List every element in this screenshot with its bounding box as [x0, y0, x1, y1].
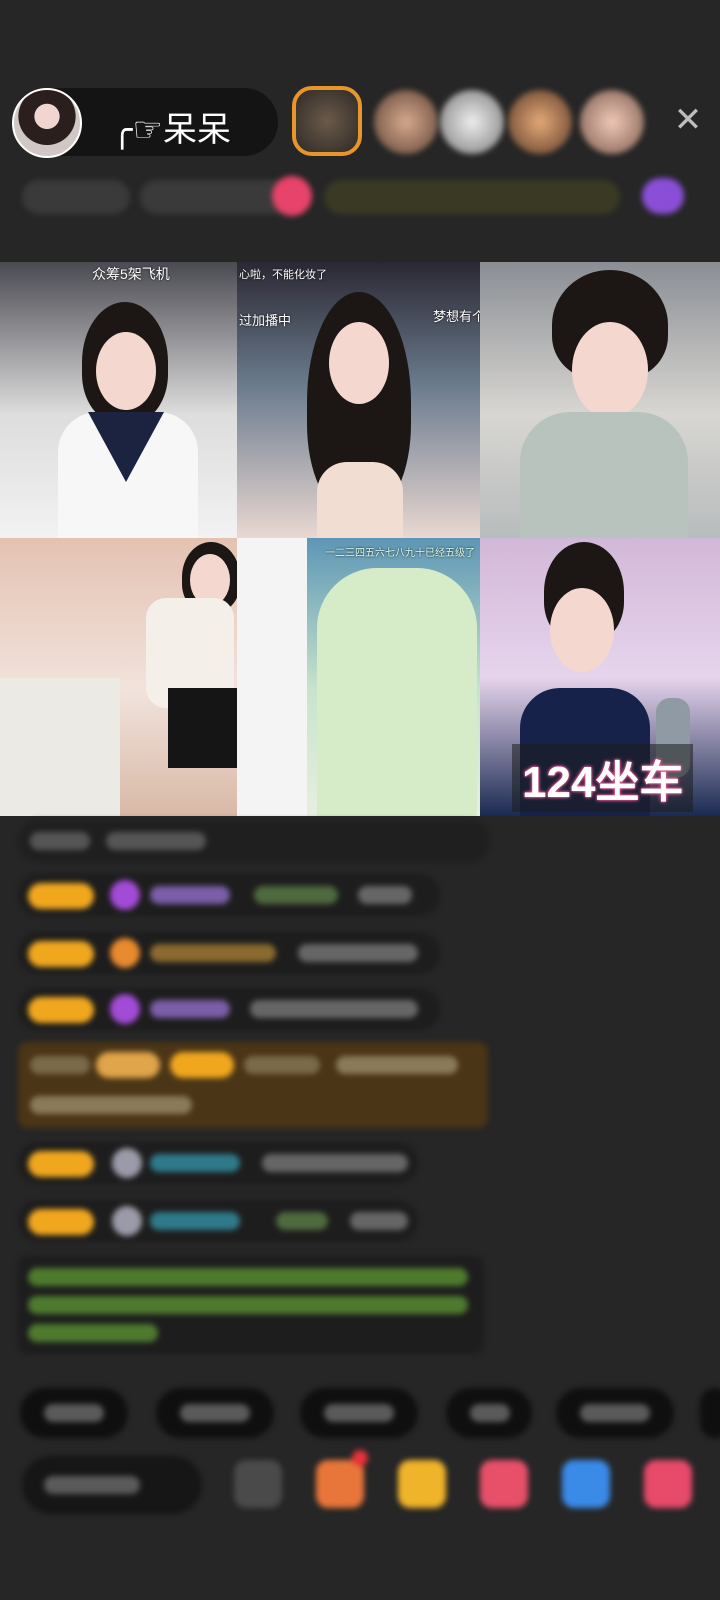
gem-icon	[110, 880, 140, 910]
level-badge	[28, 1151, 94, 1177]
chat-input[interactable]	[22, 1456, 202, 1514]
level-badge	[28, 883, 94, 909]
video-tile[interactable]	[0, 538, 237, 816]
level-badge	[28, 997, 94, 1023]
chat-message-notice[interactable]	[18, 1256, 484, 1354]
gem-icon	[112, 1148, 142, 1178]
share-icon[interactable]	[316, 1460, 364, 1508]
tile-caption: 众筹5架飞机	[92, 266, 170, 282]
tags-chip[interactable]	[324, 180, 620, 214]
gift-icon[interactable]	[642, 178, 684, 214]
level-badge	[28, 1209, 94, 1235]
chat-message-highlight[interactable]	[18, 1042, 488, 1128]
video-tile[interactable]: 124坐车	[480, 538, 720, 816]
seat-label: 124坐车	[512, 744, 694, 812]
host-name: ╭☞呆呆	[112, 111, 231, 149]
bottom-toolbar	[0, 1446, 720, 1526]
chat-message-system[interactable]	[18, 820, 490, 862]
video-tile[interactable]	[480, 262, 720, 538]
level-badge	[28, 941, 94, 967]
host-avatar[interactable]	[12, 88, 82, 158]
viewer-avatar-top[interactable]	[292, 86, 362, 156]
tile-caption-top: 心啦，不能化妆了	[239, 269, 327, 281]
viewer-avatar[interactable]	[580, 90, 644, 154]
close-icon[interactable]: ✕	[664, 96, 712, 144]
quick-reply-chip[interactable]	[700, 1388, 720, 1438]
gem-icon	[112, 1206, 142, 1236]
quick-reply-chip[interactable]	[446, 1388, 532, 1438]
video-tile[interactable]: 心啦，不能化妆了 过加播中 梦想有个	[237, 262, 480, 538]
gift-box-icon[interactable]	[398, 1460, 446, 1508]
multi-guest-video-grid: 众筹5架飞机 心啦，不能化妆了 过加播中 梦想有个 一二三四五六七八九十已经五级…	[0, 262, 720, 816]
chat-message[interactable]	[18, 1200, 418, 1242]
info-bar	[0, 172, 720, 222]
viewer-avatar[interactable]	[440, 90, 504, 154]
chat-message[interactable]	[18, 874, 440, 916]
game-icon[interactable]	[562, 1460, 610, 1508]
chat-message[interactable]	[18, 988, 440, 1030]
video-tile[interactable]: 一二三四五六七八九十已经五级了	[237, 538, 480, 816]
red-packet-icon[interactable]	[480, 1460, 528, 1508]
gift-icon[interactable]	[644, 1460, 692, 1508]
quick-reply-chip[interactable]	[300, 1388, 418, 1438]
gem-icon	[110, 994, 140, 1024]
viewer-avatar[interactable]	[508, 90, 572, 154]
quick-reply-chip[interactable]	[20, 1388, 128, 1438]
heart-icon[interactable]	[272, 176, 312, 216]
video-tile[interactable]: 众筹5架飞机	[0, 262, 237, 538]
top-bar: ╭☞呆呆 ✕	[0, 0, 720, 260]
quick-reply-chip[interactable]	[556, 1388, 674, 1438]
quick-reply-chip[interactable]	[156, 1388, 274, 1438]
tile-caption-left: 过加播中	[239, 313, 292, 328]
tile-caption-right: 梦想有个	[433, 309, 480, 324]
tile-caption: 一二三四五六七八九十已经五级了	[325, 548, 475, 559]
notification-dot	[352, 1450, 368, 1466]
more-icon[interactable]	[234, 1460, 282, 1508]
chat-list	[12, 820, 492, 1360]
viewer-avatar[interactable]	[374, 90, 438, 154]
quick-reply-bar	[0, 1388, 720, 1444]
chat-message[interactable]	[18, 932, 440, 974]
chat-message[interactable]	[18, 1142, 418, 1184]
gem-icon	[110, 938, 140, 968]
host-info-pill[interactable]: ╭☞呆呆	[12, 88, 278, 158]
rank-chip[interactable]	[22, 180, 130, 214]
